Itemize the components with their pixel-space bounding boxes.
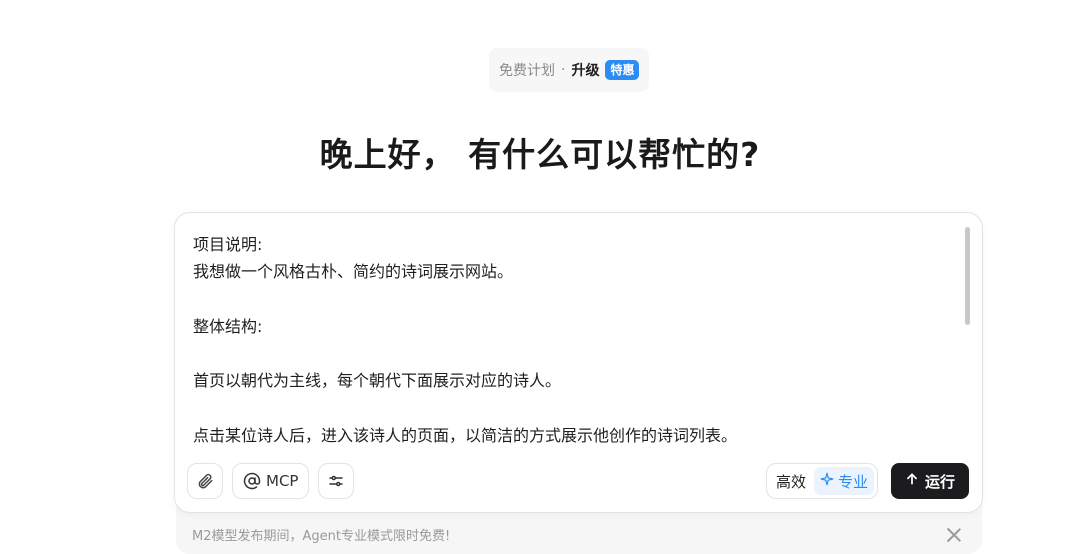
mode-efficient[interactable]: 高效 bbox=[770, 467, 812, 495]
mode-professional-label: 专业 bbox=[837, 472, 868, 491]
plan-label: 免费计划 bbox=[499, 63, 555, 79]
mode-efficient-label: 高效 bbox=[775, 472, 806, 491]
sparkle-icon bbox=[820, 472, 834, 490]
plan-pill: 免费计划 · 升级 特惠 bbox=[489, 48, 650, 92]
prompt-composer: 项目说明: 我想做一个风格古朴、简约的诗词展示网站。 整体结构: 首页以朝代为主… bbox=[174, 212, 983, 513]
arrow-up-icon bbox=[905, 472, 919, 490]
sliders-icon bbox=[327, 472, 345, 490]
paperclip-icon bbox=[196, 472, 214, 490]
promo-badge[interactable]: 特惠 bbox=[605, 60, 640, 80]
upgrade-link[interactable]: 升级 bbox=[571, 60, 599, 80]
mode-professional[interactable]: 专业 bbox=[813, 467, 874, 495]
plan-separator: · bbox=[561, 62, 566, 78]
composer-toolbar-right: 高效 专业 运行 bbox=[765, 463, 969, 499]
attach-button[interactable] bbox=[187, 463, 223, 499]
notice-text: M2模型发布期间，Agent专业模式限时免费! bbox=[192, 529, 451, 544]
at-icon bbox=[243, 472, 261, 490]
mode-selector: 高效 专业 bbox=[765, 463, 878, 499]
prompt-input[interactable]: 项目说明: 我想做一个风格古朴、简约的诗词展示网站。 整体结构: 首页以朝代为主… bbox=[193, 231, 953, 453]
mcp-button[interactable]: MCP bbox=[232, 463, 310, 499]
mcp-label: MCP bbox=[266, 472, 299, 490]
page: 免费计划 · 升级 特惠 晚上好， 有什么可以帮忙的? M2模型发布期间，Age… bbox=[0, 0, 1080, 554]
run-button[interactable]: 运行 bbox=[890, 463, 969, 499]
prompt-scrollbar[interactable] bbox=[965, 227, 970, 325]
composer-toolbar-left: MCP bbox=[187, 463, 355, 499]
settings-button[interactable] bbox=[318, 463, 355, 499]
greeting-title: 晚上好， 有什么可以帮忙的? bbox=[319, 135, 761, 174]
close-icon[interactable] bbox=[944, 525, 964, 545]
run-label: 运行 bbox=[924, 472, 955, 491]
